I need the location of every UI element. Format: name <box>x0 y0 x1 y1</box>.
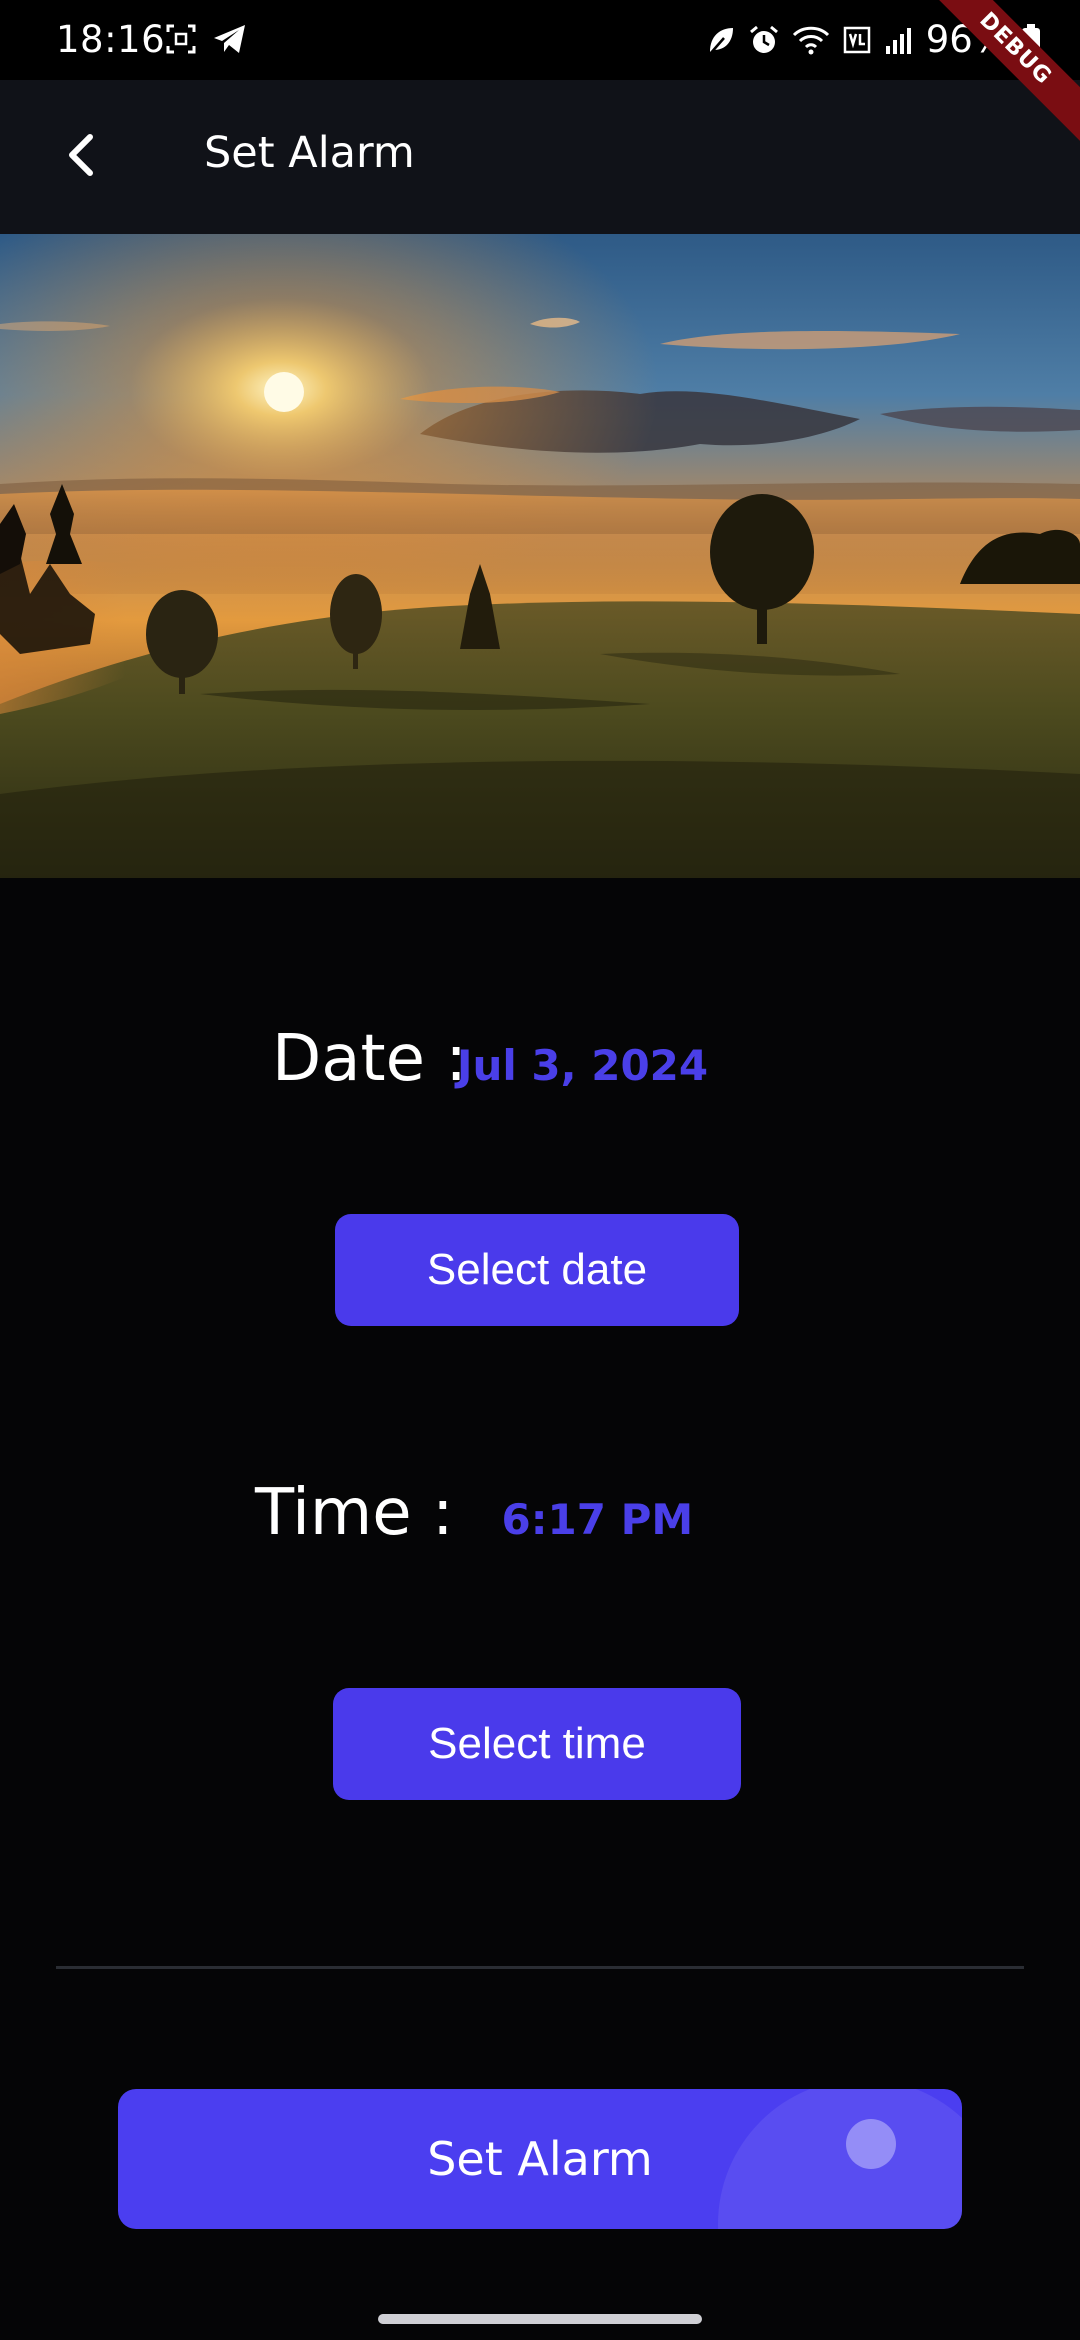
wifi-icon <box>792 26 829 54</box>
set-alarm-label: Set Alarm <box>427 2132 653 2186</box>
set-alarm-button[interactable]: Set Alarm <box>118 2089 962 2229</box>
date-row: Date : Jul 3, 2024 <box>272 1022 708 1096</box>
date-value: Jul 3, 2024 <box>456 1041 709 1090</box>
screenshot-icon <box>166 24 196 54</box>
divider <box>56 1966 1024 1969</box>
back-button[interactable] <box>52 125 112 185</box>
header-landscape-image <box>0 234 1080 878</box>
alarm-icon <box>749 25 778 53</box>
telegram-icon <box>214 25 245 53</box>
date-label: Date : <box>272 1022 467 1096</box>
touch-indicator <box>846 2119 896 2169</box>
leaf-icon <box>708 27 733 55</box>
select-time-button[interactable]: Select time <box>333 1688 741 1800</box>
page-title: Set Alarm <box>204 128 415 178</box>
select-date-button[interactable]: Select date <box>335 1214 739 1326</box>
volte-icon <box>843 26 870 53</box>
status-time: 18:16 <box>56 18 166 61</box>
back-arrow-icon <box>69 134 93 176</box>
time-row: Time : 6:17 PM <box>255 1476 693 1550</box>
time-label: Time : <box>255 1476 454 1550</box>
app-bar: Set Alarm <box>0 80 1080 234</box>
status-bar: 18:16 96% <box>0 0 1080 80</box>
touch-ripple <box>718 2089 962 2229</box>
status-left-icons <box>164 22 248 56</box>
time-value: 6:17 PM <box>501 1495 694 1544</box>
home-indicator[interactable] <box>378 2314 702 2324</box>
signal-icon <box>885 27 911 54</box>
